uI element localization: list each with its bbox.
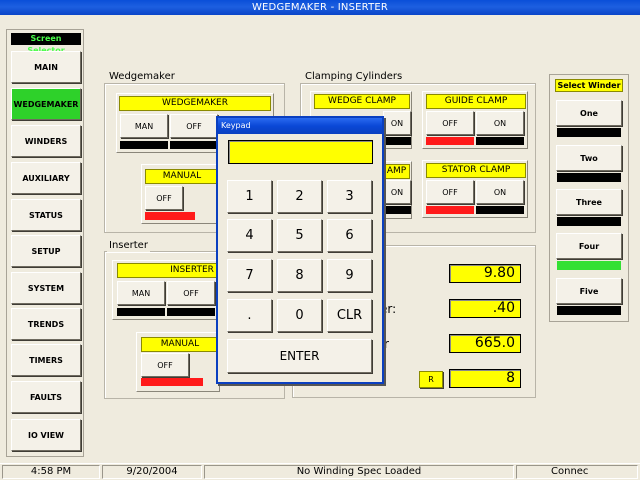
winder-two-button[interactable]: Two: [556, 145, 622, 171]
inserter-group-label: Inserter: [107, 240, 150, 252]
inserter-off-indicator: [167, 308, 215, 316]
winder-one-button[interactable]: One: [556, 100, 622, 126]
keypad-key-clr[interactable]: CLR: [327, 299, 372, 332]
stator-clamp-on-indicator: [476, 206, 524, 214]
wedgemaker-man-button[interactable]: MAN: [120, 114, 168, 138]
inserter-man-indicator: [117, 308, 165, 316]
nav-timers-button[interactable]: TIMERS: [11, 344, 81, 376]
winder-five-indicator: [557, 306, 621, 315]
keypad-enter-button[interactable]: ENTER: [227, 339, 372, 373]
wedgemaker-manual-off-button[interactable]: OFF: [145, 186, 183, 210]
clamping-cylinders-label: Clamping Cylinders: [303, 71, 405, 83]
clamp-tile-partial-title: AMP: [383, 164, 410, 179]
wedge-clamp-title: WEDGE CLAMP: [314, 94, 410, 109]
wedge-clamp-on-button[interactable]: ON: [383, 111, 411, 135]
winder-selector-title: Select Winder: [555, 79, 623, 92]
param-value-2[interactable]: .40: [449, 299, 521, 318]
window-title: WEDGEMAKER - INSERTER: [251, 2, 389, 13]
guide-clamp-on-indicator: [476, 137, 524, 145]
keypad-key-6[interactable]: 6: [327, 219, 372, 252]
param-value-4[interactable]: 8: [449, 369, 521, 388]
nav-status-button[interactable]: STATUS: [11, 199, 81, 231]
winder-two-indicator: [557, 173, 621, 182]
winder-five-button[interactable]: Five: [556, 278, 622, 304]
guide-clamp-off-button[interactable]: OFF: [426, 111, 474, 135]
keypad-display[interactable]: [228, 140, 373, 164]
nav-main-button[interactable]: MAIN: [11, 51, 81, 83]
stator-clamp-on-button[interactable]: ON: [476, 180, 524, 204]
keypad-title-bar[interactable]: Keypad: [218, 118, 382, 134]
param-value-3[interactable]: 665.0: [449, 334, 521, 353]
inserter-man-button[interactable]: MAN: [117, 281, 165, 305]
wedgemaker-group-label: Wedgemaker: [107, 71, 177, 83]
clamp-partial-on-indicator: [383, 206, 411, 214]
nav-io-view-button[interactable]: IO VIEW: [11, 419, 81, 451]
inserter-manual-off-indicator: [141, 378, 203, 386]
guide-clamp-off-indicator: [426, 137, 474, 145]
nav-system-button[interactable]: SYSTEM: [11, 272, 81, 304]
window-title-bar: WEDGEMAKER - INSERTER: [0, 0, 640, 15]
param-value-1[interactable]: 9.80: [449, 264, 521, 283]
stator-clamp-off-button[interactable]: OFF: [426, 180, 474, 204]
keypad-key-5[interactable]: 5: [277, 219, 322, 252]
clamp-partial-on-button[interactable]: ON: [383, 180, 411, 204]
keypad-key-3[interactable]: 3: [327, 180, 372, 213]
nav-trends-button[interactable]: TRENDS: [11, 308, 81, 340]
keypad-key-2[interactable]: 2: [277, 180, 322, 213]
keypad-title: Keypad: [221, 121, 251, 130]
winder-four-button[interactable]: Four: [556, 233, 622, 259]
wedgemaker-mode-title: WEDGEMAKER: [119, 96, 271, 111]
keypad-key-7[interactable]: 7: [227, 259, 272, 292]
wedgemaker-manual-title: MANUAL: [145, 169, 219, 184]
winder-one-indicator: [557, 128, 621, 137]
keypad-key-8[interactable]: 8: [277, 259, 322, 292]
wedgemaker-manual-off-indicator: [145, 212, 195, 220]
guide-clamp-on-button[interactable]: ON: [476, 111, 524, 135]
status-time: 4:58 PM: [2, 465, 100, 479]
nav-faults-button[interactable]: FAULTS: [11, 381, 81, 413]
status-connection: Connec: [516, 465, 638, 479]
inserter-manual-title: MANUAL: [141, 337, 219, 352]
guide-clamp-title: GUIDE CLAMP: [426, 94, 526, 109]
status-message: No Winding Spec Loaded: [204, 465, 514, 479]
stator-clamp-title: STATOR CLAMP: [426, 163, 526, 178]
wedgemaker-off-button[interactable]: OFF: [170, 114, 218, 138]
keypad-key-dot[interactable]: .: [227, 299, 272, 332]
inserter-manual-off-button[interactable]: OFF: [141, 353, 189, 377]
winder-three-button[interactable]: Three: [556, 189, 622, 215]
nav-winders-button[interactable]: WINDERS: [11, 125, 81, 157]
inserter-off-button[interactable]: OFF: [167, 281, 215, 305]
nav-setup-button[interactable]: SETUP: [11, 235, 81, 267]
screen-selector-caption: Screen Selector: [11, 33, 81, 55]
param-label-3: r: [384, 337, 389, 351]
param-reset-button[interactable]: R: [419, 371, 443, 388]
keypad-key-0[interactable]: 0: [277, 299, 322, 332]
status-date: 9/20/2004: [102, 465, 202, 479]
wedgemaker-man-indicator: [120, 141, 168, 149]
keypad-key-4[interactable]: 4: [227, 219, 272, 252]
stator-clamp-off-indicator: [426, 206, 474, 214]
winder-three-indicator: [557, 217, 621, 226]
winder-four-indicator: [557, 261, 621, 270]
wedge-clamp-on-indicator: [383, 137, 411, 145]
keypad-key-9[interactable]: 9: [327, 259, 372, 292]
nav-auxiliary-button[interactable]: AUXILIARY: [11, 162, 81, 194]
nav-wedgemaker-button[interactable]: WEDGEMAKER: [11, 88, 81, 120]
wedgemaker-off-indicator: [170, 141, 218, 149]
keypad-key-1[interactable]: 1: [227, 180, 272, 213]
